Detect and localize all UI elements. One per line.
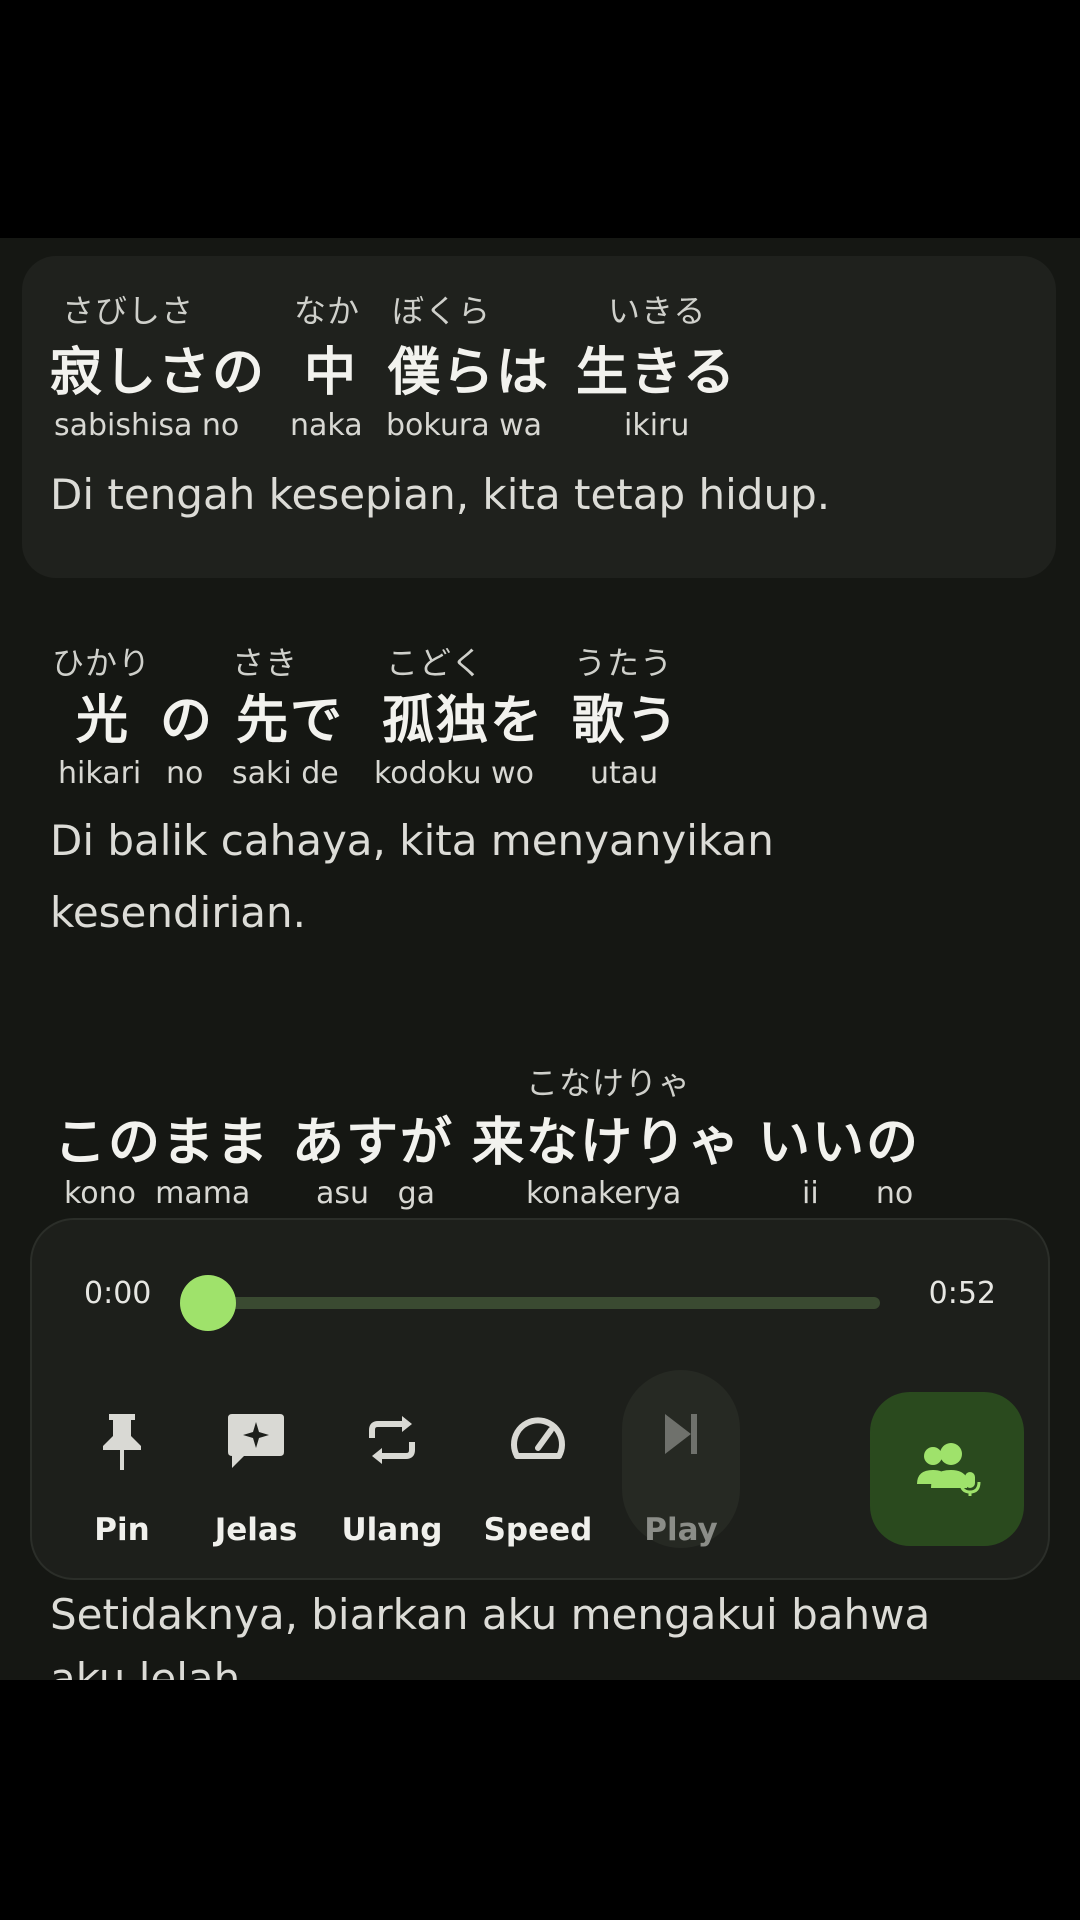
romaji: ii no bbox=[802, 1176, 914, 1211]
repeat-label: Ulang bbox=[341, 1512, 443, 1548]
explain-chat-icon bbox=[228, 1414, 284, 1468]
pin-label: Pin bbox=[94, 1512, 150, 1548]
progress-track[interactable] bbox=[188, 1297, 880, 1309]
translation: aku lelah bbox=[50, 1654, 241, 1680]
current-time: 0:00 bbox=[84, 1276, 152, 1311]
japanese-word: このまま bbox=[54, 1113, 271, 1173]
explain-label: Jelas bbox=[214, 1512, 298, 1548]
romaji: konakerya bbox=[526, 1176, 682, 1211]
repeat-button[interactable]: Ulang bbox=[332, 1380, 452, 1548]
voice-chat-button[interactable] bbox=[870, 1392, 1024, 1546]
play-button[interactable]: Play bbox=[622, 1370, 740, 1548]
play-next-icon bbox=[665, 1414, 697, 1454]
player-panel: 0:00 0:52 Pin Jelas Ulang Speed Play bbox=[30, 1218, 1050, 1580]
speedometer-icon bbox=[511, 1417, 565, 1459]
progress-thumb[interactable] bbox=[180, 1275, 236, 1331]
pin-button[interactable]: Pin bbox=[62, 1380, 182, 1548]
users-mic-icon bbox=[917, 1443, 981, 1496]
japanese-word: あすが bbox=[292, 1113, 455, 1173]
repeat-icon bbox=[369, 1416, 415, 1464]
romaji: kono mama bbox=[64, 1176, 251, 1211]
play-label: Play bbox=[644, 1512, 718, 1548]
pin-icon bbox=[103, 1414, 141, 1470]
speed-button[interactable]: Speed bbox=[478, 1380, 598, 1548]
explain-button[interactable]: Jelas bbox=[196, 1380, 316, 1548]
furigana: こなけりゃ bbox=[526, 1064, 692, 1102]
total-time: 0:52 bbox=[928, 1276, 996, 1311]
japanese-word: 来なけりゃ bbox=[472, 1113, 743, 1173]
speed-label: Speed bbox=[483, 1512, 593, 1548]
lyrics-screen: さびしさ 寂しさの sabishisa no なか 中 naka ぼくら 僕らは… bbox=[0, 238, 1080, 1680]
japanese-word: いいの bbox=[758, 1113, 921, 1173]
romaji: asu ga bbox=[316, 1176, 436, 1211]
translation: Setidaknya, biarkan aku mengakui bahwa bbox=[50, 1590, 931, 1639]
